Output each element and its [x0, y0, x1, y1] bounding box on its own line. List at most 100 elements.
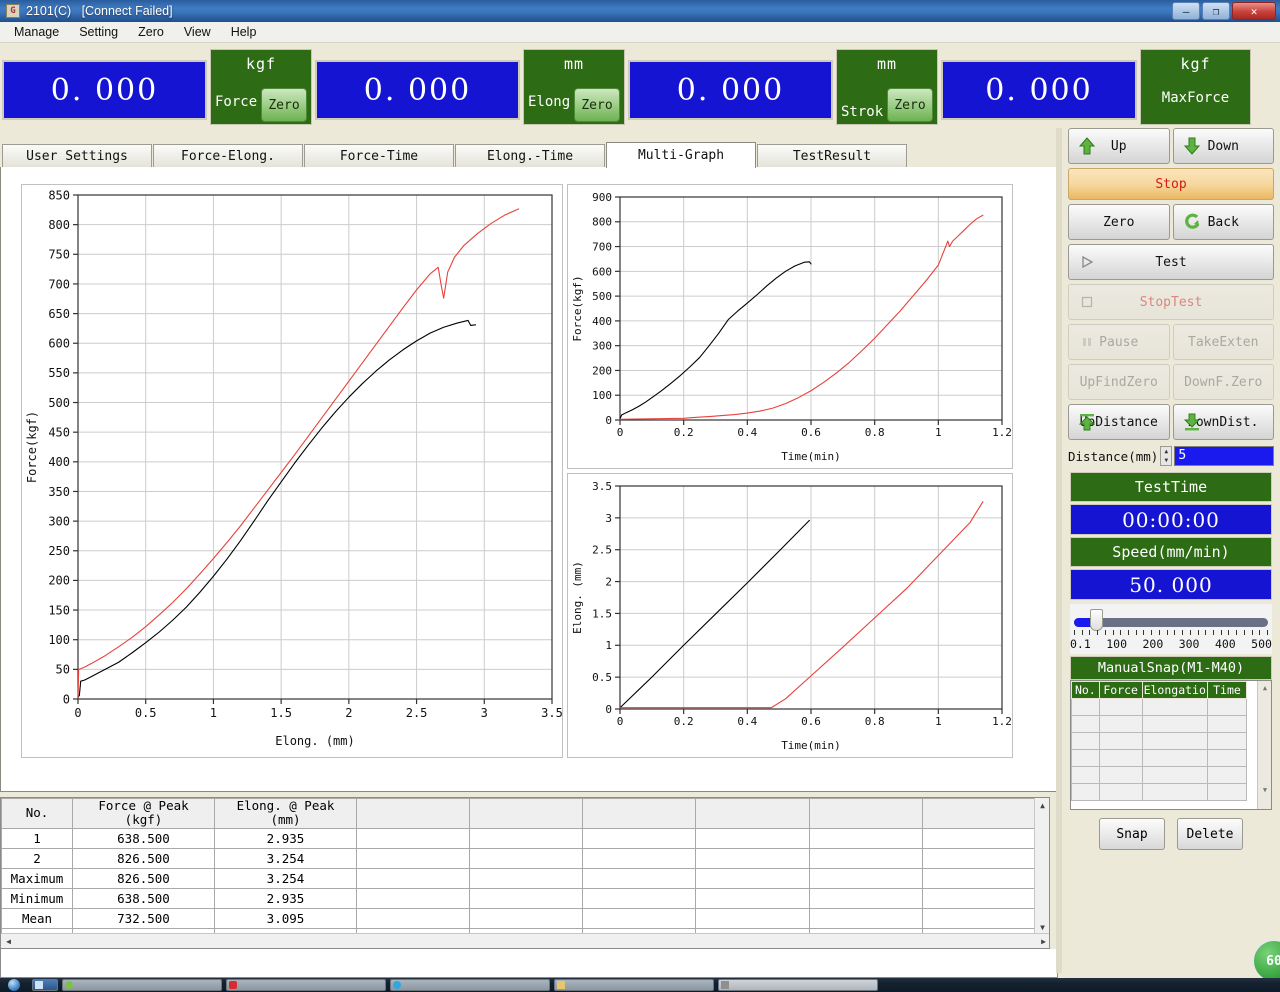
svg-text:300: 300 [592, 340, 612, 353]
arrow-up-icon [1077, 135, 1097, 157]
spinner-down-icon[interactable]: ▼ [1161, 456, 1171, 465]
maximize-button[interactable]: ❐ [1202, 2, 1230, 20]
maxforce-unit-box: kgf MaxForce [1140, 49, 1251, 125]
result-table-hscrollbar[interactable]: ◀ ▶ [1, 933, 1049, 948]
snap-row[interactable] [1071, 732, 1248, 750]
upfindzero-button: UpFindZero [1068, 364, 1170, 400]
taskbar-item-3[interactable] [390, 979, 550, 991]
menu-item-view[interactable]: View [176, 23, 219, 41]
result-cell: 3.254 [214, 847, 357, 869]
svg-text:0.2: 0.2 [674, 426, 694, 439]
snap-scroll-up-icon[interactable]: ▲ [1258, 681, 1271, 695]
zero-button-label: Zero [1103, 214, 1135, 230]
up-button-label: Up [1110, 138, 1127, 154]
slider-tick-mark [1212, 630, 1214, 635]
table-row[interactable]: Maximum 826.500 3.254 [1, 867, 1037, 889]
minimize-button[interactable]: – [1172, 2, 1200, 20]
scroll-right-icon[interactable]: ▶ [1036, 937, 1049, 946]
manual-snap-scrollbar[interactable]: ▲ ▼ [1257, 681, 1271, 809]
close-button[interactable]: ✕ [1232, 2, 1276, 20]
downdist-button[interactable]: DownDist. [1172, 404, 1274, 440]
maxforce-unit-label: kgf [1180, 55, 1211, 73]
svg-text:300: 300 [48, 514, 70, 528]
snap-scroll-down-icon[interactable]: ▼ [1258, 783, 1271, 797]
scroll-up-icon[interactable]: ▲ [1035, 798, 1049, 813]
result-col-header [808, 798, 923, 829]
row-zero-back: Zero Back [1068, 204, 1274, 240]
result-cell: 2 [1, 847, 73, 869]
tab-test-result[interactable]: TestResult [757, 144, 907, 168]
result-cell [355, 907, 471, 929]
svg-text:0.8: 0.8 [865, 715, 885, 728]
result-col-header [582, 798, 697, 829]
snap-row[interactable] [1071, 698, 1248, 716]
speed-slider[interactable]: 0.1 100 200 300 400 500 [1070, 604, 1272, 654]
svg-text:850: 850 [48, 188, 70, 202]
delete-button[interactable]: Delete [1177, 818, 1243, 850]
snap-row[interactable] [1071, 715, 1248, 733]
stoptest-button-label: StopTest [1139, 294, 1203, 310]
slider-tick-mark [1197, 630, 1199, 635]
up-button[interactable]: Up [1068, 128, 1170, 164]
table-row[interactable]: 1 638.500 2.935 [1, 827, 1037, 849]
svg-text:1: 1 [210, 706, 217, 720]
stroke-zero-button[interactable]: Zero [887, 88, 933, 122]
taskbar-quicklaunch[interactable] [32, 979, 58, 991]
result-cell [921, 887, 1037, 909]
row-pause-takeexten: Pause TakeExten [1068, 324, 1274, 360]
taskbar-item-4[interactable] [554, 979, 714, 991]
menu-item-setting[interactable]: Setting [71, 23, 126, 41]
updistance-button[interactable]: UpDistance [1068, 404, 1170, 440]
slider-tick-mark [1112, 630, 1114, 635]
start-button[interactable] [0, 978, 28, 992]
taskbar-item-5[interactable] [718, 979, 878, 991]
downfzero-button: DownF.Zero [1172, 364, 1274, 400]
result-cell: 826.500 [72, 847, 215, 869]
slider-tick-mark [1081, 630, 1083, 635]
taskbar-item-2[interactable] [226, 979, 386, 991]
table-row[interactable]: Mean 732.500 3.095 [1, 907, 1037, 929]
snap-row[interactable] [1071, 783, 1248, 801]
chart-force-elong-svg: 0 0.5 1 1.5 2 2.5 3 3.5 0 50 100 150 200 250 300 350 400… [25, 188, 562, 748]
test-button[interactable]: Test [1068, 244, 1274, 280]
back-button[interactable]: Back [1172, 204, 1274, 240]
upfindzero-button-label: UpFindZero [1079, 374, 1158, 390]
result-cell [355, 867, 471, 889]
tab-force-elong[interactable]: Force-Elong. [153, 144, 303, 168]
downfzero-button-label: DownF.Zero [1184, 374, 1263, 390]
zero-button[interactable]: Zero [1068, 204, 1170, 240]
scroll-left-icon[interactable]: ◀ [1, 937, 16, 946]
table-row[interactable]: Minimum 638.500 2.935 [1, 887, 1037, 909]
snap-cell [1206, 783, 1248, 801]
result-table: No. Force @ Peak (kgf) Elong. @ Peak (mm) 16… [1, 798, 1037, 948]
result-table-vscrollbar[interactable]: ▲ ▼ [1034, 798, 1049, 935]
slider-thumb[interactable] [1090, 609, 1103, 631]
force-zero-button[interactable]: Zero [261, 88, 307, 122]
table-row[interactable]: 2 826.500 3.254 [1, 847, 1037, 869]
snap-row[interactable] [1071, 766, 1248, 784]
stroke-name-label: Strok [841, 104, 884, 120]
tab-user-settings[interactable]: User Settings [2, 144, 152, 168]
slider-track[interactable] [1074, 618, 1268, 627]
snap-button[interactable]: Snap [1099, 818, 1165, 850]
down-button[interactable]: Down [1172, 128, 1274, 164]
stop-button[interactable]: Stop [1068, 168, 1274, 200]
distance-spinner[interactable]: ▲ ▼ [1160, 446, 1173, 466]
tab-multi-graph[interactable]: Multi-Graph [606, 142, 756, 168]
svg-text:500: 500 [48, 396, 70, 410]
svg-text:100: 100 [48, 633, 70, 647]
menu-item-help[interactable]: Help [223, 23, 265, 41]
distance-input[interactable]: 5 [1174, 446, 1274, 466]
slider-tick-mark [1189, 630, 1191, 635]
tab-elong-time[interactable]: Elong.-Time [455, 144, 605, 168]
snap-cell [1141, 732, 1208, 750]
elong-zero-button[interactable]: Zero [574, 88, 620, 122]
spinner-up-icon[interactable]: ▲ [1161, 447, 1171, 456]
tab-force-time[interactable]: Force-Time [304, 144, 454, 168]
svg-text:0.5: 0.5 [135, 706, 157, 720]
result-cell: Minimum [1, 887, 73, 909]
menu-item-zero[interactable]: Zero [130, 23, 172, 41]
menu-item-manage[interactable]: Manage [6, 23, 67, 41]
snap-row[interactable] [1071, 749, 1248, 767]
taskbar-item-1[interactable] [62, 979, 222, 991]
